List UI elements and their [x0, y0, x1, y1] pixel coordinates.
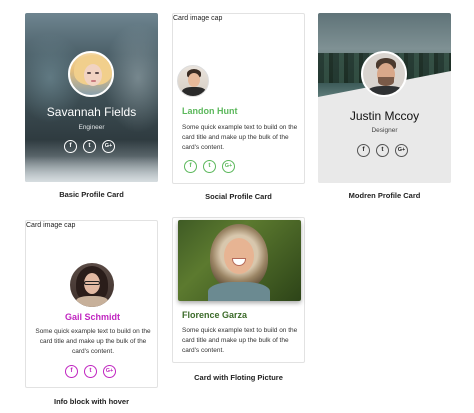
card-title: Florence Garza	[182, 310, 248, 320]
modern-profile-card: Justin Mccoy Designer f t G+	[318, 13, 451, 183]
avatar	[70, 263, 114, 307]
card-image-cap: Card image cap	[173, 15, 223, 22]
profile-name: Savannah Fields	[46, 105, 137, 119]
caption-modern-profile-card: Modren Profile Card	[348, 191, 421, 200]
background-fade	[25, 156, 158, 182]
twitter-icon[interactable]: t	[83, 140, 96, 153]
profile-role: Engineer	[78, 124, 105, 131]
diagonal-cut	[318, 71, 451, 183]
facebook-icon[interactable]: f	[184, 160, 197, 173]
google-plus-icon[interactable]: G+	[395, 144, 408, 157]
social-links: f t G+	[65, 365, 116, 378]
google-plus-icon[interactable]: G+	[102, 140, 115, 153]
info-block-card[interactable]: Card image cap Gail Schmidt Some quick e…	[25, 220, 158, 388]
avatar	[177, 65, 209, 97]
profile-name: Justin Mccoy	[349, 109, 420, 123]
card-text: Some quick example text to build on the …	[182, 124, 298, 151]
basic-profile-card: Savannah Fields Engineer f t G+	[25, 13, 158, 182]
facebook-icon[interactable]: f	[64, 140, 77, 153]
card-image-cap: Card image cap	[26, 222, 76, 229]
profile-role: Designer	[371, 127, 398, 134]
card-title: Landon Hunt	[182, 106, 238, 116]
google-plus-icon[interactable]: G+	[103, 365, 116, 378]
twitter-icon[interactable]: t	[376, 144, 389, 157]
caption-social-profile-card: Social Profile Card	[205, 192, 272, 201]
facebook-icon[interactable]: f	[65, 365, 78, 378]
floating-picture	[178, 220, 301, 301]
twitter-icon[interactable]: t	[84, 365, 97, 378]
caption-info-block: Info block with hover	[53, 397, 129, 406]
google-plus-icon[interactable]: G+	[222, 160, 235, 173]
social-links: f t G+	[357, 144, 408, 157]
caption-floating-picture-card: Card with Floting Picture	[194, 373, 283, 382]
caption-basic-profile-card: Basic Profile Card	[59, 190, 124, 199]
card-text: Some quick example text to build on the …	[182, 327, 298, 354]
social-links: f t G+	[184, 160, 235, 173]
twitter-icon[interactable]: t	[203, 160, 216, 173]
card-text: Some quick example text to build on the …	[35, 328, 151, 355]
social-links: f t G+	[64, 140, 115, 153]
facebook-icon[interactable]: f	[357, 144, 370, 157]
social-profile-card: Card image cap Landon Hunt Some quick ex…	[172, 13, 305, 184]
floating-picture-card: Florence Garza Some quick example text t…	[172, 217, 305, 363]
card-title: Gail Schmidt	[64, 312, 120, 322]
avatar	[68, 51, 114, 97]
avatar	[361, 51, 407, 97]
